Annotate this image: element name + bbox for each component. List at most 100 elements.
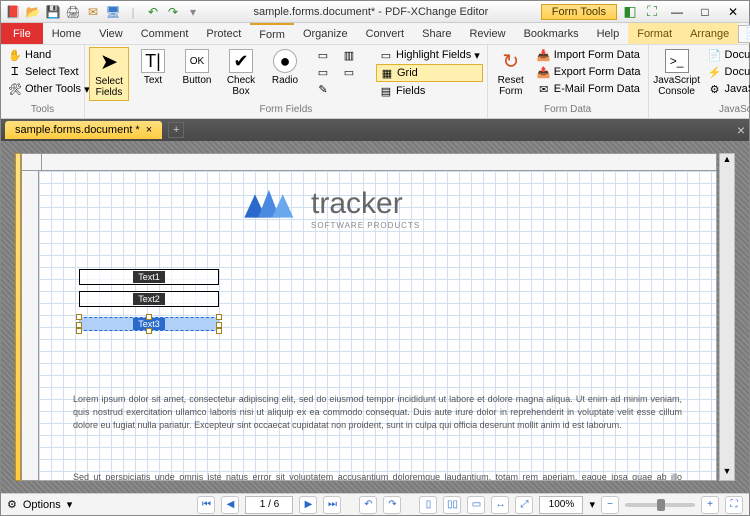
page-input[interactable] [245,496,293,514]
page[interactable]: tracker SOFTWARE PRODUCTS Text1 Text2 Te… [39,171,717,481]
vertical-ruler[interactable] [21,171,39,481]
resize-handle[interactable] [216,314,222,320]
import-form-data-button[interactable]: 📥Import Form Data [534,47,644,63]
select-text-tool[interactable]: ᏆSelect Text [5,64,93,80]
tab-protect[interactable]: Protect [197,23,250,44]
maximize-button[interactable]: □ [693,3,717,21]
import-icon: 📥 [537,48,551,62]
tab-format[interactable]: Format [628,23,681,44]
resize-handle[interactable] [216,322,222,328]
tab-form[interactable]: Form [250,23,294,44]
print-icon[interactable]: 🖨 [65,4,81,20]
resize-handle[interactable] [216,328,222,334]
text-field-icon: T| [141,49,165,73]
zoom-slider[interactable] [625,503,695,507]
list-button[interactable]: ▭ [313,47,333,63]
ribbon-group-form-fields: ➤ Select Fields T| Text OK Button ✔ Chec… [85,45,488,118]
hand-tool[interactable]: ✋Hand [5,47,93,63]
fit-width-button[interactable]: ↔ [491,496,509,514]
resize-handle[interactable] [76,322,82,328]
other-tools[interactable]: 🛠Other Tools ▾ [5,81,93,97]
prev-page-button[interactable]: ◀ [221,496,239,514]
grid-button[interactable]: ▦Grid [376,64,483,82]
form-field-text2[interactable]: Text2 [79,291,219,307]
resize-handle[interactable] [146,328,152,334]
fullscreen-button[interactable]: ⛶ [725,496,743,514]
form-field-text3[interactable]: Text3 [79,317,219,331]
highlight-fields-button[interactable]: ▭Highlight Fields ▾ [376,47,483,63]
last-page-button[interactable]: ⏭ [323,496,341,514]
cursor-icon: ➤ [97,50,121,74]
layout-single-button[interactable]: ▯ [419,496,437,514]
document-actions-button[interactable]: ⚡Document Actions [705,64,750,80]
dropdown-button[interactable]: ▭ [313,64,333,80]
js-console-button[interactable]: >_ JavaScript Console [653,47,701,99]
tab-help[interactable]: Help [588,23,629,44]
gear-icon[interactable]: ⚙ [7,498,17,511]
fields-button[interactable]: ▤Fields [376,83,483,99]
tab-share[interactable]: Share [413,23,460,44]
add-tab-button[interactable]: + [168,122,184,138]
form-field-text1[interactable]: Text1 [79,269,219,285]
misc-button[interactable]: ▭ [339,64,359,80]
nav-back-button[interactable]: ↶ [359,496,377,514]
button-field-button[interactable]: OK Button [177,47,217,88]
tab-comment[interactable]: Comment [132,23,198,44]
vertical-scrollbar[interactable]: ▲ ▼ [719,153,735,481]
next-page-button[interactable]: ▶ [299,496,317,514]
barcode-button[interactable]: ▥ [339,47,359,63]
scroll-down-icon[interactable]: ▼ [720,466,734,480]
ribbon-group-form-data: ↻ Reset Form 📥Import Form Data 📤Export F… [488,45,649,118]
radio-field-button[interactable]: ● Radio [265,47,305,88]
first-page-button[interactable]: ⏮ [197,496,215,514]
resize-handle[interactable] [146,314,152,320]
signature-button[interactable]: ✎ [313,81,333,97]
resize-handle[interactable] [76,314,82,320]
body-paragraph-1: Lorem ipsum dolor sit amet, consectetur … [73,393,682,432]
js-options-button[interactable]: ⚙JavaScript Options [705,81,750,97]
zoom-out-button[interactable]: − [601,496,619,514]
tab-home[interactable]: Home [43,23,90,44]
document-js-button[interactable]: 📄Document JavaScript [705,47,750,63]
scan-icon[interactable]: 🖥 [105,4,121,20]
nav-fwd-button[interactable]: ↷ [383,496,401,514]
tab-organize[interactable]: Organize [294,23,357,44]
tab-bookmarks[interactable]: Bookmarks [515,23,588,44]
expand-icon[interactable]: ⛶ [643,3,661,21]
checkbox-field-button[interactable]: ✔ Check Box [221,47,261,99]
undo-icon[interactable]: ↶ [145,4,161,20]
scroll-up-icon[interactable]: ▲ [720,154,734,168]
save-icon[interactable]: 💾 [45,4,61,20]
text-field-button[interactable]: T| Text [133,47,173,88]
zoom-in-button[interactable]: + [701,496,719,514]
options-label[interactable]: Options [23,499,61,511]
ui-options-icon[interactable]: ◧ [621,3,639,21]
layout-continuous-button[interactable]: ▯▯ [443,496,461,514]
email-icon[interactable]: ✉ [85,4,101,20]
resize-handle[interactable] [76,328,82,334]
tab-arrange[interactable]: Arrange [681,23,738,44]
redo-icon[interactable]: ↷ [165,4,181,20]
email-form-data-button[interactable]: ✉E-Mail Form Data [534,81,644,97]
doc-tab-close-icon[interactable]: × [146,124,152,136]
fit-page-button[interactable]: ⤢ [515,496,533,514]
find-button[interactable]: 📄Find... [738,25,750,43]
zoom-input[interactable] [539,496,583,514]
tab-review[interactable]: Review [460,23,514,44]
select-fields-button[interactable]: ➤ Select Fields [89,47,129,101]
minimize-button[interactable]: — [665,3,689,21]
open-icon[interactable]: 📂 [25,4,41,20]
tab-view[interactable]: View [90,23,132,44]
close-all-tabs-icon[interactable]: × [737,122,745,138]
close-button[interactable]: ✕ [721,3,745,21]
tab-file[interactable]: File [1,23,43,44]
zoom-thumb[interactable] [657,499,665,511]
doc-tab[interactable]: sample.forms.document * × [5,121,162,139]
reset-icon: ↻ [499,49,523,73]
layout-facing-button[interactable]: ▭ [467,496,485,514]
qat-dropdown-icon[interactable]: ▾ [185,4,201,20]
horizontal-ruler[interactable] [41,153,717,171]
reset-form-button[interactable]: ↻ Reset Form [492,47,530,99]
tab-convert[interactable]: Convert [357,23,414,44]
export-form-data-button[interactable]: 📤Export Form Data [534,64,644,80]
